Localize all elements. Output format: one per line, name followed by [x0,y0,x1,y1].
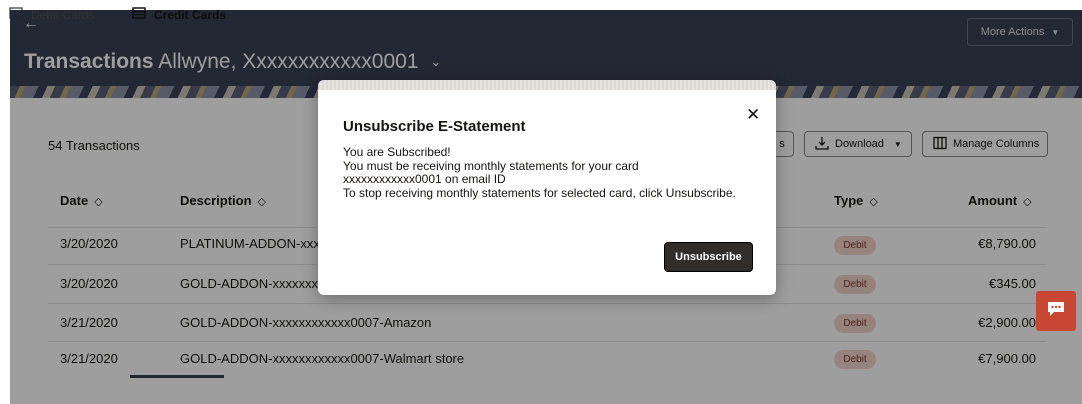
dialog-message-line: You must be receiving monthly statements… [343,158,639,173]
unsubscribe-dialog: Unsubscribe E-Statement ✕ You are Subscr… [318,80,776,295]
chat-icon [1047,301,1065,322]
dialog-texture [318,80,776,90]
dialog-message-line: You are Subscribed! [343,145,451,159]
dialog-message-line: xxxxxxxxxxxx0001 on email ID [343,172,506,186]
dialog-title: Unsubscribe E-Statement [343,118,526,135]
chat-button[interactable] [1036,291,1076,331]
dialog-message-line: To stop receiving monthly statements for… [343,185,736,200]
close-icon[interactable]: ✕ [746,105,760,125]
unsubscribe-button[interactable]: Unsubscribe [664,242,753,272]
dialog-message: You are Subscribed! You must be receivin… [343,145,763,200]
